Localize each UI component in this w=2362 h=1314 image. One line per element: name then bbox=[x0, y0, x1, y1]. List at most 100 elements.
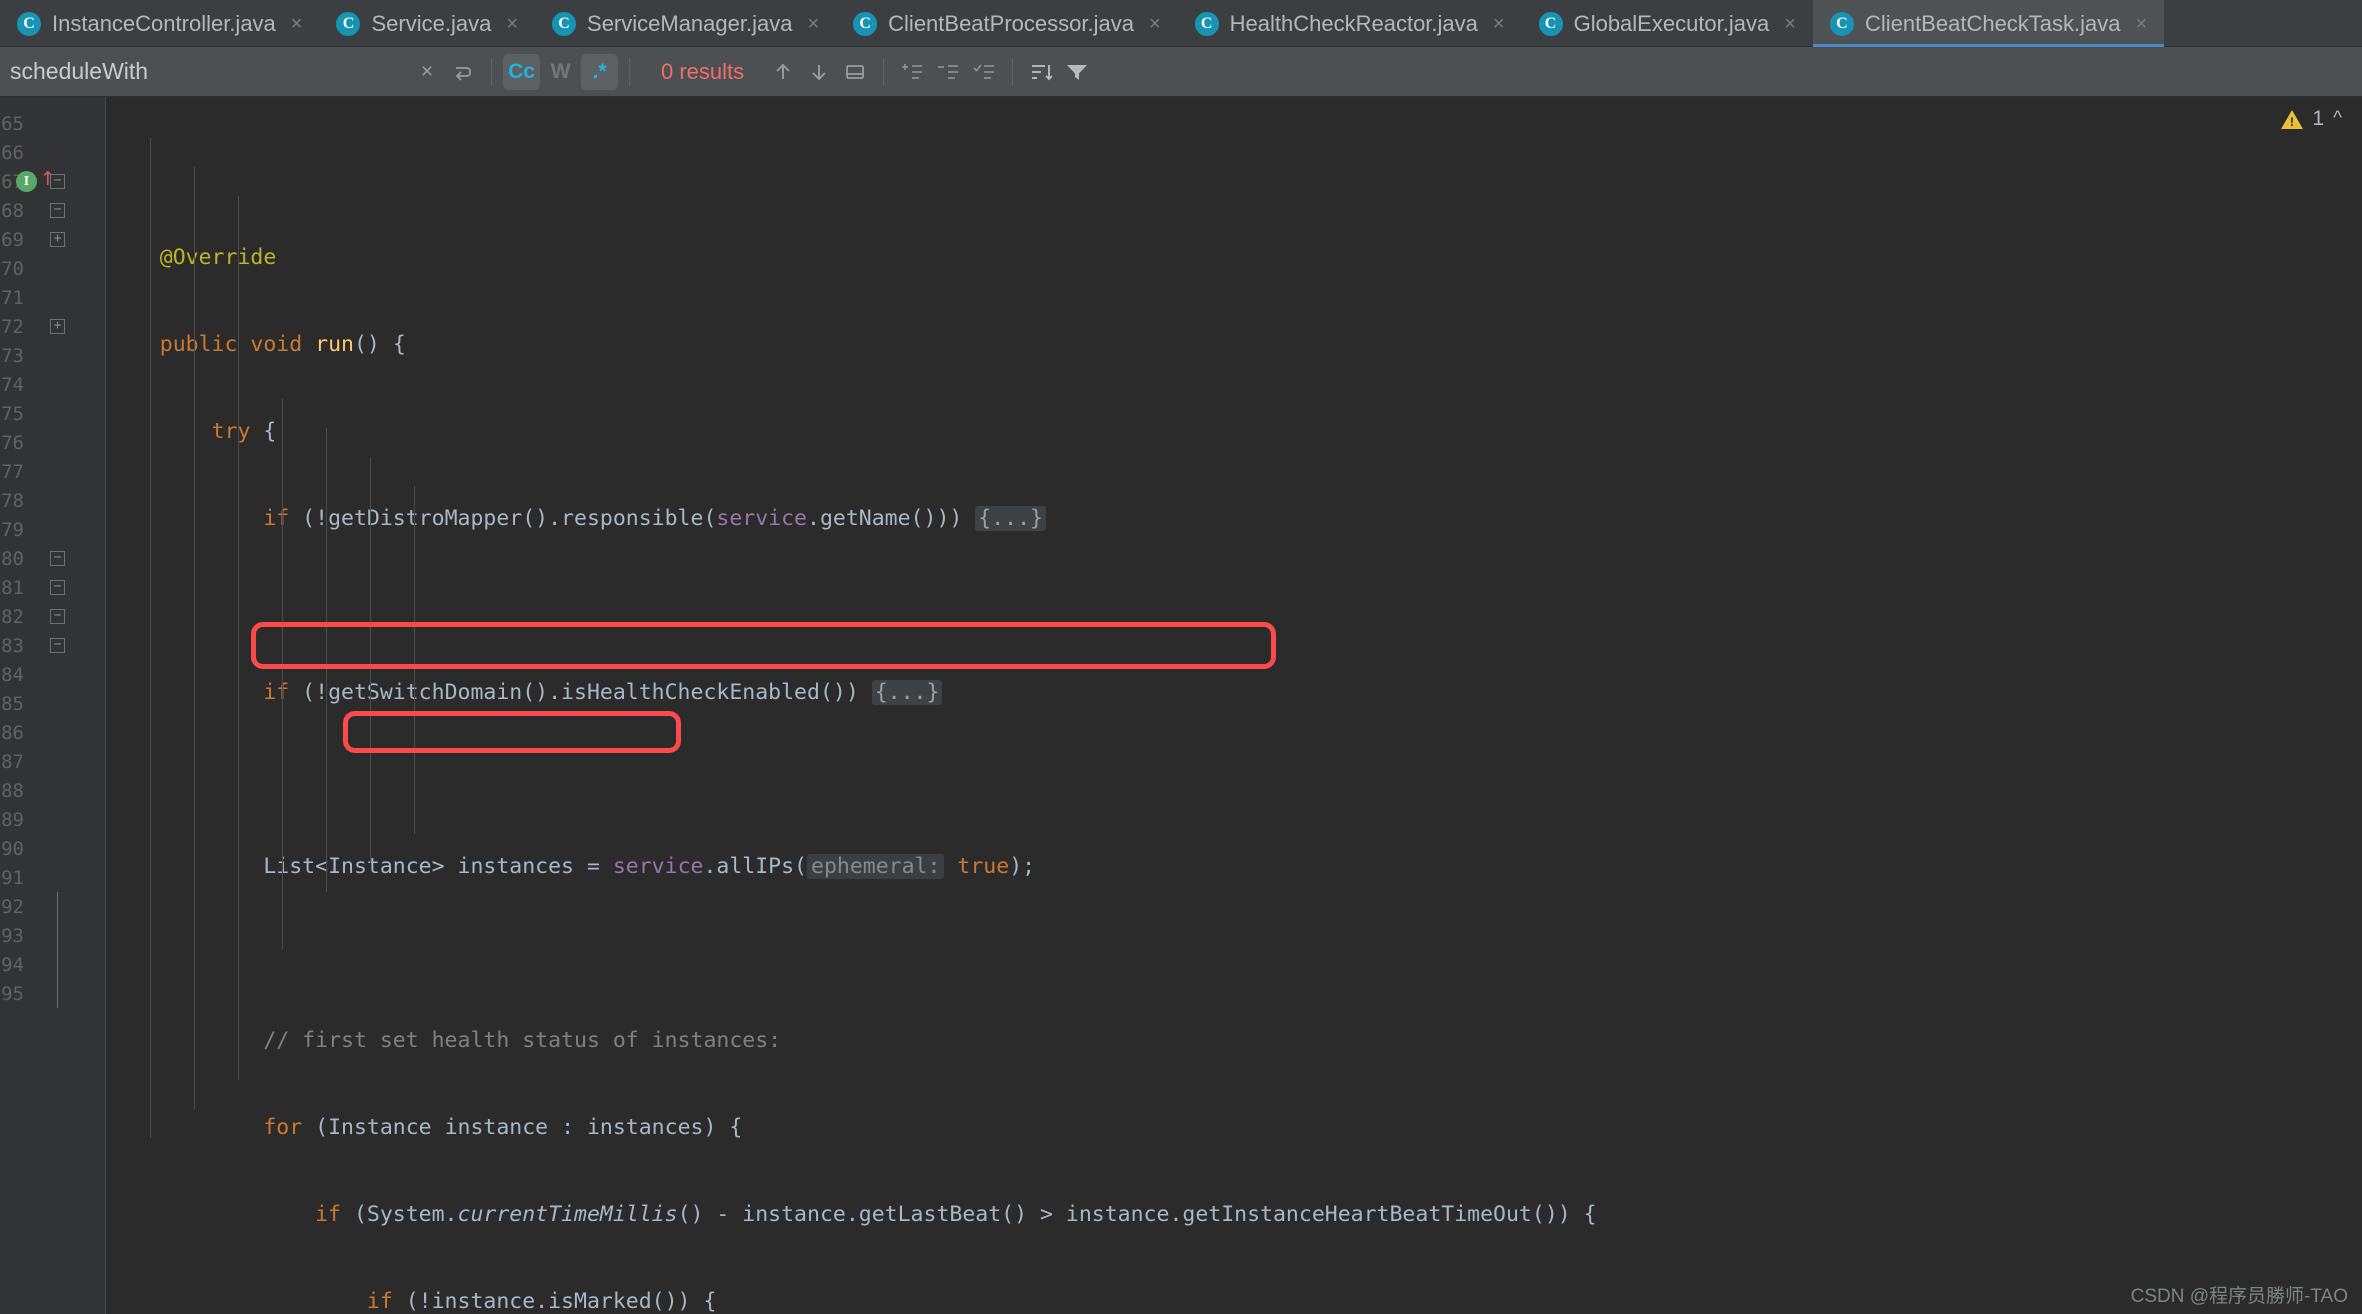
gutter-line-81: 81 − bbox=[0, 573, 105, 602]
code-line-try: try { bbox=[211, 419, 277, 444]
code-fold-expand-icon[interactable]: + bbox=[50, 232, 65, 247]
next-occurrence-icon[interactable] bbox=[802, 55, 836, 89]
code-fold-collapse-icon[interactable]: − bbox=[50, 174, 65, 189]
indent-guide bbox=[282, 399, 283, 949]
tab-label: GlobalExecutor.java bbox=[1573, 10, 1770, 36]
gutter-line-91: 91 bbox=[0, 863, 105, 892]
parameter-hint: ephemeral: bbox=[807, 854, 945, 879]
tab-clientbeatchecktask[interactable]: C ClientBeatCheckTask.java × bbox=[1812, 0, 2165, 47]
search-input[interactable] bbox=[10, 58, 410, 85]
code-line-instances-decl: List<Instance> instances = service.allIP… bbox=[263, 854, 1036, 879]
code-fold-expand-icon[interactable]: + bbox=[50, 319, 65, 334]
inspection-widget[interactable]: 1 ^ bbox=[2281, 107, 2342, 131]
gutter-line-66: 66 bbox=[0, 138, 105, 167]
editor-scrollbar[interactable] bbox=[2348, 97, 2362, 1314]
line-number: 85 bbox=[1, 692, 24, 715]
code-line-run-decl: public void run() { bbox=[159, 332, 406, 357]
java-class-icon: C bbox=[1194, 11, 1219, 36]
indent-guide bbox=[238, 196, 239, 1080]
editor-gutter[interactable]: 65 66 67 I ↑ − 68 − 69 + 70 71 72 + 73 7… bbox=[0, 97, 106, 1314]
tab-close-icon[interactable]: × bbox=[1149, 14, 1161, 34]
code-fold-collapse-icon[interactable]: − bbox=[50, 203, 65, 218]
multiline-toggle-icon[interactable] bbox=[446, 55, 480, 89]
gutter-line-92: 92 bbox=[0, 892, 105, 921]
code-text-area[interactable]: @Override public void run() { try { if (… bbox=[106, 97, 2362, 1314]
line-number: 87 bbox=[1, 750, 24, 773]
warning-triangle-icon bbox=[2281, 109, 2304, 129]
line-number: 91 bbox=[1, 866, 24, 889]
tab-servicemanager[interactable]: C ServiceManager.java × bbox=[535, 0, 836, 47]
sort-icon[interactable] bbox=[1024, 55, 1058, 89]
tab-label: InstanceController.java bbox=[52, 10, 276, 36]
java-class-icon: C bbox=[17, 11, 41, 36]
line-number: 81 bbox=[1, 576, 24, 599]
tab-healthcheckreactor[interactable]: C HealthCheckReactor.java × bbox=[1178, 0, 1522, 47]
tab-globalexecutor[interactable]: C GlobalExecutor.java × bbox=[1522, 0, 1813, 47]
code-fold-end-icon[interactable] bbox=[57, 979, 58, 1008]
line-number: 88 bbox=[1, 779, 24, 802]
line-number: 71 bbox=[1, 286, 24, 309]
gutter-line-73: 73 bbox=[0, 341, 105, 370]
line-number: 73 bbox=[1, 344, 24, 367]
toolbar-divider-3 bbox=[883, 57, 885, 86]
code-line-for: for (Instance instance : instances) { bbox=[263, 1115, 743, 1140]
chevron-up-icon[interactable]: ^ bbox=[2333, 108, 2342, 130]
exclude-selection-icon[interactable] bbox=[931, 55, 965, 89]
tab-service[interactable]: C Service.java × bbox=[319, 0, 535, 47]
gutter-line-87: 87 bbox=[0, 747, 105, 776]
gutter-line-90: 90 bbox=[0, 834, 105, 863]
gutter-line-69: 69 + bbox=[0, 225, 105, 254]
gutter-line-79: 79 bbox=[0, 515, 105, 544]
source-code[interactable]: @Override public void run() { try { if (… bbox=[108, 97, 2362, 1314]
find-in-files-icon[interactable] bbox=[838, 55, 872, 89]
code-fold-end-icon[interactable] bbox=[57, 950, 58, 979]
line-number: 92 bbox=[1, 895, 24, 918]
line-number: 66 bbox=[1, 141, 24, 164]
tab-close-icon[interactable]: × bbox=[1493, 14, 1505, 34]
tab-close-icon[interactable]: × bbox=[2136, 14, 2148, 34]
previous-occurrence-icon[interactable] bbox=[766, 55, 800, 89]
tab-close-icon[interactable]: × bbox=[506, 14, 518, 34]
search-field-wrapper[interactable] bbox=[0, 47, 410, 97]
indent-guide bbox=[414, 486, 415, 834]
indent-guide bbox=[150, 138, 151, 1138]
line-number: 76 bbox=[1, 431, 24, 454]
match-case-toggle[interactable]: Cc bbox=[503, 53, 540, 90]
line-number: 78 bbox=[1, 489, 24, 512]
code-fold-collapse-icon[interactable]: − bbox=[50, 638, 65, 653]
select-all-occurrences-icon[interactable] bbox=[967, 55, 1001, 89]
tab-label: ClientBeatCheckTask.java bbox=[1864, 10, 2121, 36]
code-fold-end-icon[interactable] bbox=[57, 921, 58, 950]
line-number: 75 bbox=[1, 402, 24, 425]
code-fold-collapse-icon[interactable]: − bbox=[50, 580, 65, 595]
tab-clientbeatprocessor[interactable]: C ClientBeatProcessor.java × bbox=[836, 0, 1177, 47]
annotation-override: @Override bbox=[159, 245, 277, 270]
code-fold-collapse-icon[interactable]: − bbox=[50, 551, 65, 566]
gutter-line-83: 83 − bbox=[0, 631, 105, 660]
line-number: 70 bbox=[1, 257, 24, 280]
implements-method-icon[interactable]: I bbox=[16, 171, 37, 192]
tab-label: ServiceManager.java bbox=[587, 10, 793, 36]
gutter-line-65: 65 bbox=[0, 109, 105, 138]
gutter-line-82: 82 − bbox=[0, 602, 105, 631]
add-selection-icon[interactable] bbox=[895, 55, 929, 89]
code-fold-collapse-icon[interactable]: − bbox=[50, 609, 65, 624]
tab-instancecontroller[interactable]: C InstanceController.java × bbox=[0, 0, 319, 47]
match-words-toggle[interactable]: W bbox=[542, 54, 579, 90]
folded-block-placeholder[interactable]: {...} bbox=[871, 680, 943, 705]
code-editor[interactable]: 65 66 67 I ↑ − 68 − 69 + 70 71 72 + 73 7… bbox=[0, 97, 2362, 1314]
code-line-override: @Override bbox=[108, 243, 2362, 272]
java-class-icon: C bbox=[853, 11, 878, 36]
folded-block-placeholder[interactable]: {...} bbox=[975, 506, 1047, 531]
tab-close-icon[interactable]: × bbox=[291, 14, 303, 34]
line-number: 77 bbox=[1, 460, 24, 483]
clear-search-icon[interactable]: × bbox=[410, 55, 444, 89]
tab-close-icon[interactable]: × bbox=[1784, 14, 1796, 34]
find-controls: × Cc W .* bbox=[410, 47, 639, 97]
regex-toggle[interactable]: .* bbox=[581, 53, 618, 90]
filter-icon[interactable] bbox=[1060, 55, 1094, 89]
tab-close-icon[interactable]: × bbox=[807, 14, 819, 34]
code-fold-end-icon[interactable] bbox=[57, 892, 58, 921]
